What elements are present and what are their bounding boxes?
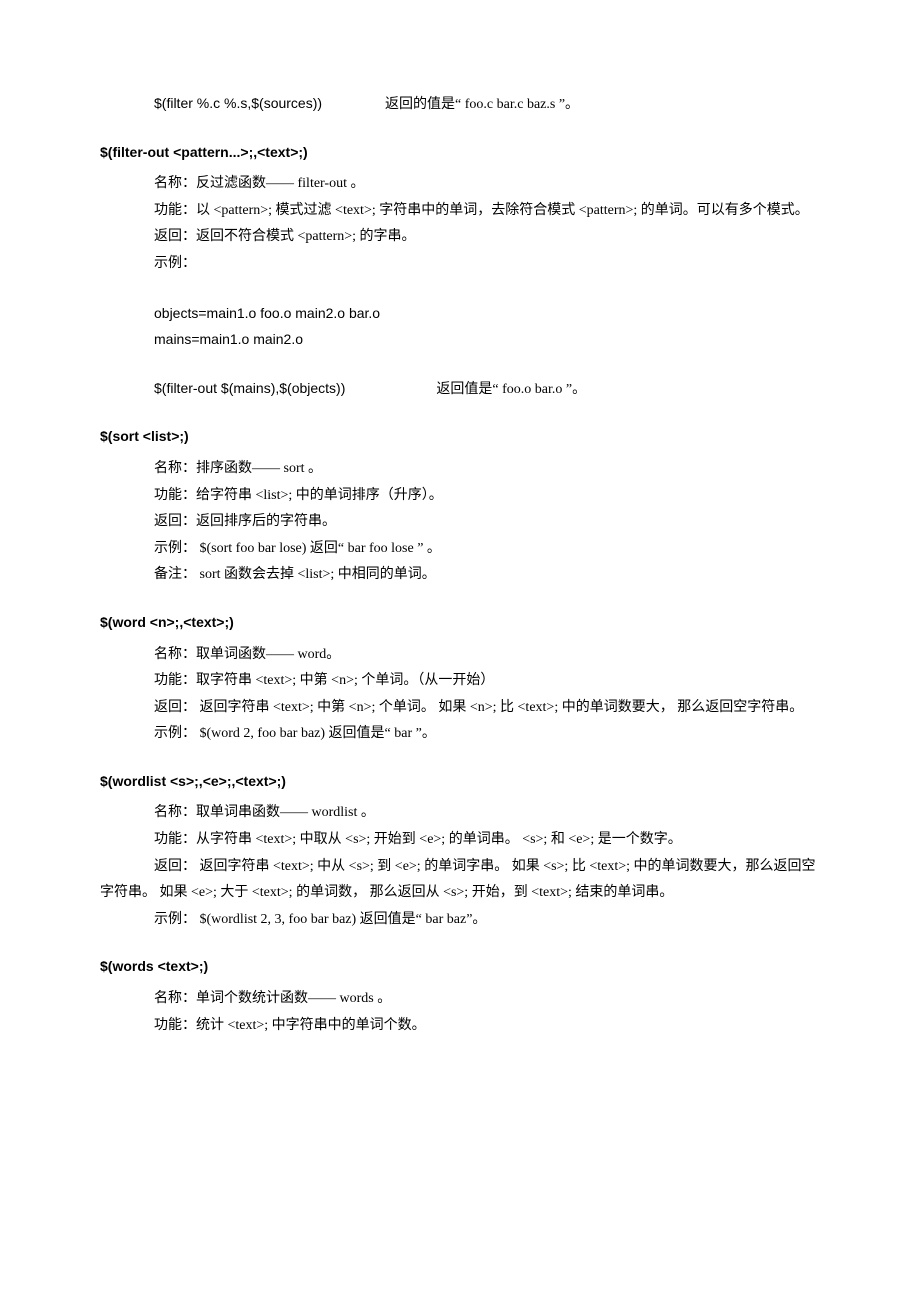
filter-out-name: 名称：反过滤函数—— filter-out 。 [100,171,820,198]
word-name: 名称：取单词函数—— word。 [100,642,820,669]
sort-note: 备注： sort 函数会去掉 <list>; 中相同的单词。 [100,562,820,589]
heading-sort: $(sort <list>;) [100,423,820,450]
code-mains-assign: mains=main1.o main2.o [100,326,820,353]
code-filter-call: $(filter %.c %.s,$(sources)) [154,95,322,111]
word-return: 返回： 返回字符串 <text>; 中第 <n>; 个单词。 如果 <n>; 比… [100,695,820,722]
word-example: 示例： $(word 2, foo bar baz) 返回值是“ bar ”。 [100,721,820,748]
filter-out-return-text: 返回值是“ foo.o bar.o ”。 [436,382,586,397]
wordlist-return: 返回： 返回字符串 <text>; 中从 <s>; 到 <e>; 的单词字串。 … [100,854,820,907]
sort-func: 功能：给字符串 <list>; 中的单词排序（升序）。 [100,483,820,510]
filter-out-func: 功能：以 <pattern>; 模式过滤 <text>; 字符串中的单词，去除符… [100,198,820,225]
code-filter-out-call: $(filter-out $(mains),$(objects)) [154,380,345,396]
sort-example: 示例： $(sort foo bar lose) 返回“ bar foo los… [100,536,820,563]
sort-name: 名称：排序函数—— sort 。 [100,456,820,483]
words-func: 功能：统计 <text>; 中字符串中的单词个数。 [100,1013,820,1040]
heading-wordlist: $(wordlist <s>;,<e>;,<text>;) [100,768,820,795]
filter-out-example-label: 示例： [100,251,820,278]
heading-words: $(words <text>;) [100,953,820,980]
filter-out-return: 返回：返回不符合模式 <pattern>; 的字串。 [100,224,820,251]
filter-out-result: $(filter-out $(mains),$(objects)) 返回值是“ … [100,375,820,404]
wordlist-example: 示例： $(wordlist 2, 3, foo bar baz) 返回值是“ … [100,907,820,934]
heading-word: $(word <n>;,<text>;) [100,609,820,636]
words-name: 名称：单词个数统计函数—— words 。 [100,986,820,1013]
wordlist-func: 功能：从字符串 <text>; 中取从 <s>; 开始到 <e>; 的单词串。 … [100,827,820,854]
filter-return-text: 返回的值是“ foo.c bar.c baz.s ”。 [385,97,579,112]
sort-return: 返回：返回排序后的字符串。 [100,509,820,536]
word-func: 功能：取字符串 <text>; 中第 <n>; 个单词。（从一开始） [100,668,820,695]
code-objects-assign: objects=main1.o foo.o main2.o bar.o [100,300,820,327]
filter-example-result: $(filter %.c %.s,$(sources)) 返回的值是“ foo.… [100,90,820,119]
wordlist-name: 名称：取单词串函数—— wordlist 。 [100,800,820,827]
heading-filter-out: $(filter-out <pattern...>;,<text>;) [100,139,820,166]
